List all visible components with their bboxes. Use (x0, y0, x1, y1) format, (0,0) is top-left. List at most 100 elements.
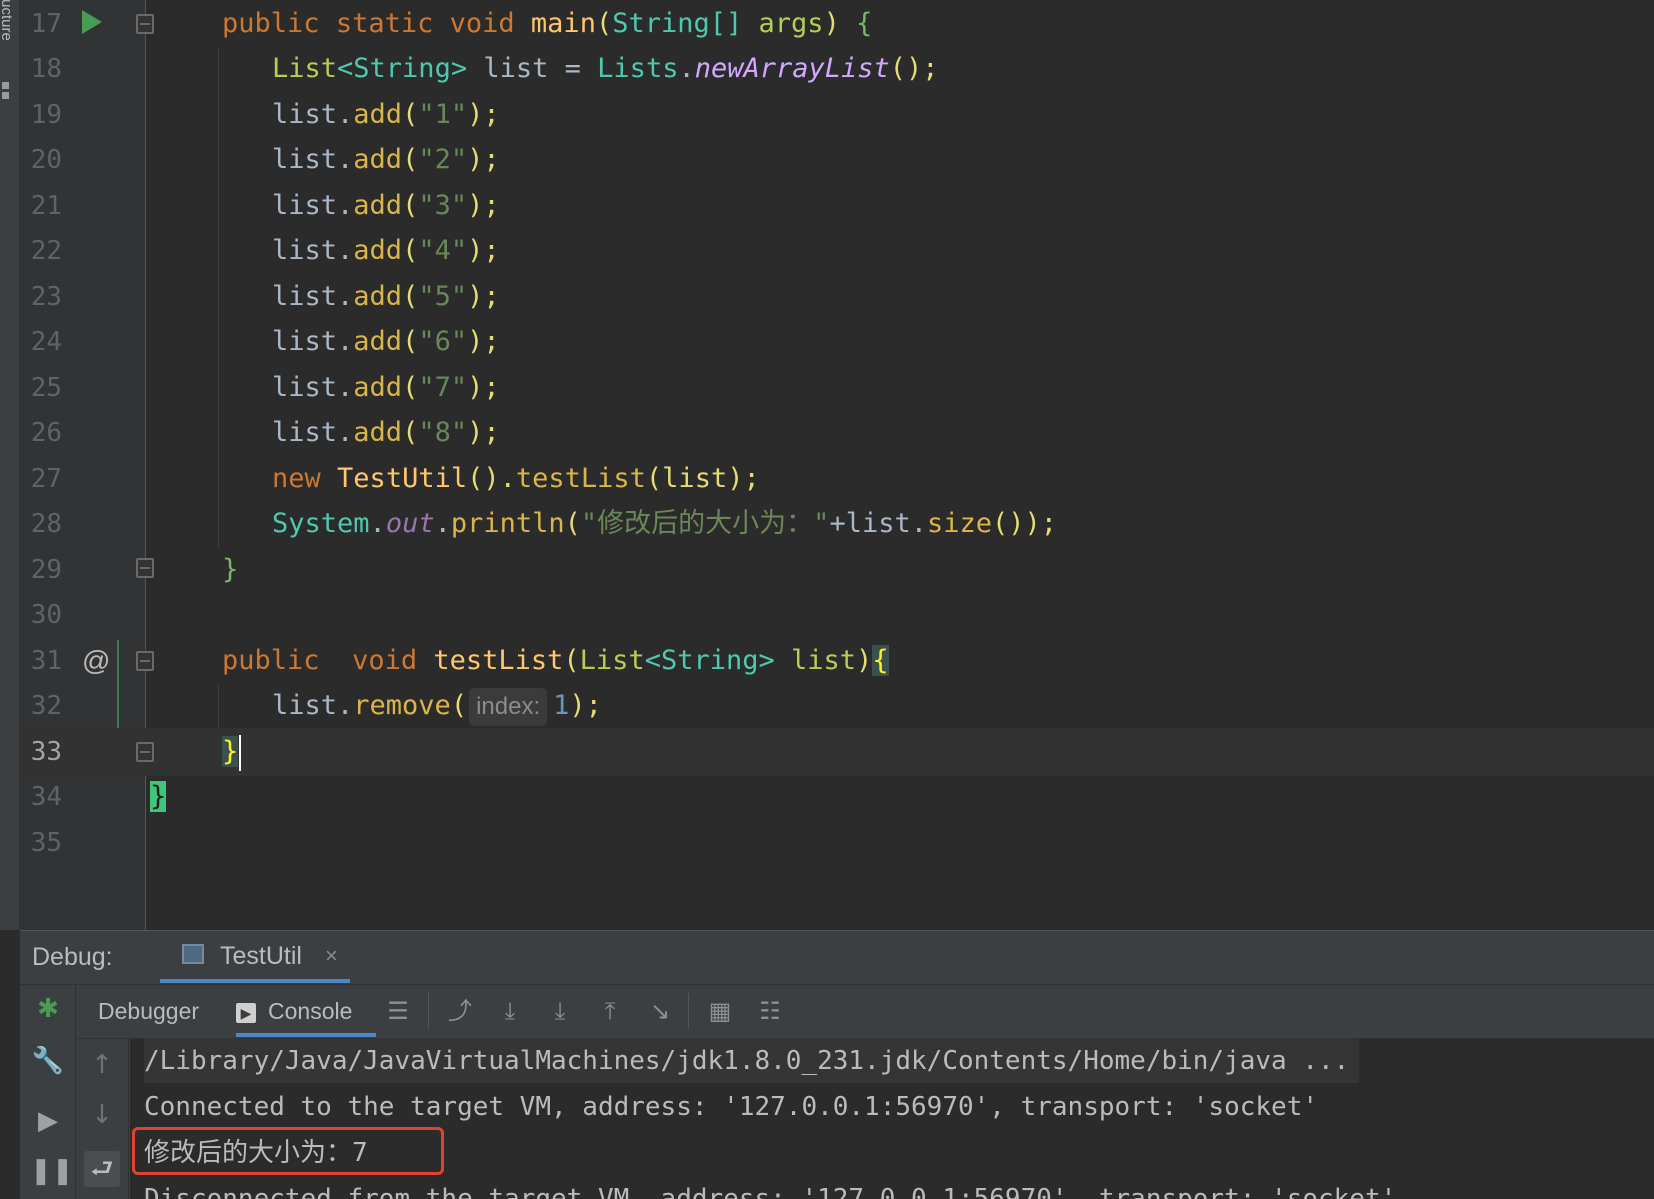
layout-icon[interactable]: ☰ (382, 995, 414, 1027)
code-line-27[interactable]: 27 new TestUtil().testList(list); (20, 455, 1654, 503)
code-text: List<String> list = Lists.newArrayList()… (272, 53, 939, 84)
soft-wrap-icon[interactable]: ⮐ (84, 1151, 120, 1187)
code-line-30[interactable]: 30 (20, 591, 1654, 639)
console-command-line: /Library/Java/JavaVirtualMachines/jdk1.8… (144, 1039, 1360, 1083)
tab-debugger[interactable]: Debugger (98, 985, 199, 1037)
debug-side-toolbar: ✱ 🔧 ▶ ❚❚ (20, 985, 76, 1199)
code-text: list.add("5"); (272, 281, 500, 312)
code-line-18[interactable]: 18 List<String> list = Lists.newArrayLis… (20, 45, 1654, 93)
code-text: list.add("2"); (272, 144, 500, 175)
fold-icon[interactable] (136, 558, 154, 578)
trace-icon[interactable]: ☷ (754, 995, 786, 1027)
line-number: 32 (30, 691, 62, 721)
arrow-up-icon[interactable]: ↑ (84, 1047, 120, 1083)
line-number: 34 (30, 782, 62, 812)
code-text: } (150, 781, 167, 812)
run-to-cursor-icon[interactable]: ↘ (644, 995, 676, 1027)
parameter-hint: index: (469, 688, 548, 726)
force-step-into-icon[interactable]: ⤓ (544, 995, 576, 1027)
toolbar-separator (428, 993, 429, 1029)
code-text: list.add("6"); (272, 326, 500, 357)
wrench-icon[interactable]: 🔧 (30, 1043, 66, 1079)
override-at-icon[interactable]: @ (82, 637, 110, 685)
line-number: 21 (30, 191, 62, 221)
line-number: 17 (30, 9, 62, 39)
line-number: 24 (30, 327, 62, 357)
code-text: } (222, 554, 239, 585)
run-icon[interactable] (82, 10, 102, 34)
code-text: list.remove(index: 1); (272, 682, 602, 730)
line-number: 19 (30, 100, 62, 130)
line-number: 20 (30, 145, 62, 175)
red-annotation-box (132, 1127, 444, 1175)
debug-toolbar: Debugger ▶ Console ☰ ⤴ ⤓ ⤓ ⤒ ↘ ▦ ☷ (76, 985, 1654, 1039)
step-into-icon[interactable]: ⤓ (494, 995, 526, 1027)
code-text: list.add("8"); (272, 417, 500, 448)
evaluate-expression-icon[interactable]: ▦ (704, 995, 736, 1027)
line-number: 23 (30, 282, 62, 312)
arrow-down-icon[interactable]: ↓ (84, 1097, 120, 1133)
structure-icon (2, 82, 9, 89)
line-number: 25 (30, 373, 62, 403)
code-text: public void testList(List<String> list){ (222, 645, 889, 676)
step-out-icon[interactable]: ⤒ (594, 995, 626, 1027)
debug-session-tab[interactable]: TestUtil × (160, 931, 350, 983)
structure-tab[interactable]: Structure (0, 0, 19, 90)
debug-session-label: TestUtil (220, 942, 302, 970)
resume-icon[interactable]: ▶ (30, 1103, 66, 1139)
code-text: list.add("7"); (272, 372, 500, 403)
code-text: public static void main(String[] args) { (222, 8, 873, 39)
code-line-29[interactable]: 29 } (20, 546, 1654, 594)
step-over-icon[interactable]: ⤴ (444, 995, 476, 1027)
code-text: System.out.println("修改后的大小为："+list.size(… (272, 508, 1058, 539)
code-text: new TestUtil().testList(list); (272, 463, 760, 494)
code-line-33[interactable]: 33 } (20, 728, 1654, 776)
code-line-24[interactable]: 24 list.add("6"); (20, 318, 1654, 366)
debug-title: Debug: (32, 943, 113, 971)
debug-header: Debug: TestUtil × (20, 931, 1654, 985)
code-line-34[interactable]: 34 } (20, 773, 1654, 821)
fold-icon[interactable] (136, 651, 154, 671)
code-text: } (222, 728, 242, 776)
console-icon: ▶ (236, 1002, 256, 1023)
code-line-28[interactable]: 28 System.out.println("修改后的大小为："+list.si… (20, 500, 1654, 548)
toolbar-separator (688, 993, 689, 1029)
tab-console[interactable]: ▶ Console (236, 985, 376, 1037)
line-number: 35 (30, 828, 62, 858)
pause-icon[interactable]: ❚❚ (30, 1153, 74, 1189)
line-number: 18 (30, 54, 62, 84)
code-line-32[interactable]: 32 list.remove(index: 1); (20, 682, 1654, 730)
bug-icon[interactable]: ✱ (30, 991, 66, 1027)
structure-tool-strip[interactable]: Structure (0, 0, 20, 930)
console-output[interactable]: /Library/Java/JavaVirtualMachines/jdk1.8… (130, 1039, 1654, 1199)
code-line-26[interactable]: 26 list.add("8"); (20, 409, 1654, 457)
code-line-21[interactable]: 21 list.add("3"); (20, 182, 1654, 230)
code-line-35[interactable]: 35 (20, 819, 1654, 867)
code-line-22[interactable]: 22 list.add("4"); (20, 227, 1654, 275)
line-number: 22 (30, 236, 62, 266)
code-line-31[interactable]: 31 @ public void testList(List<String> l… (20, 637, 1654, 685)
code-line-19[interactable]: 19 list.add("1"); (20, 91, 1654, 139)
code-line-23[interactable]: 23 list.add("5"); (20, 273, 1654, 321)
fold-icon[interactable] (136, 14, 154, 34)
debug-tool-window[interactable]: Debug: TestUtil × ✱ 🔧 ▶ ❚❚ Debugger ▶ Con… (20, 930, 1654, 1199)
code-line-25[interactable]: 25 list.add("7"); (20, 364, 1654, 412)
text-caret (239, 734, 242, 771)
code-text: list.add("1"); (272, 99, 500, 130)
line-number: 33 (30, 737, 62, 767)
line-number: 27 (30, 464, 62, 494)
code-editor[interactable]: 17 public static void main(String[] args… (20, 0, 1654, 930)
close-icon[interactable]: × (325, 931, 338, 981)
structure-tab-label: Structure (0, 0, 15, 41)
code-line-20[interactable]: 20 list.add("2"); (20, 136, 1654, 184)
console-side-toolbar: ↑ ↓ ⮐ (76, 1039, 129, 1199)
code-text: list.add("4"); (272, 235, 500, 266)
structure-icon-2 (2, 92, 9, 99)
line-number: 31 (30, 646, 62, 676)
code-line-17[interactable]: 17 public static void main(String[] args… (20, 0, 1654, 48)
line-number: 30 (30, 600, 62, 630)
tab-console-label: Console (268, 998, 353, 1024)
console-line-connected: Connected to the target VM, address: '12… (144, 1092, 1318, 1122)
fold-icon[interactable] (136, 742, 154, 762)
line-number: 26 (30, 418, 62, 448)
